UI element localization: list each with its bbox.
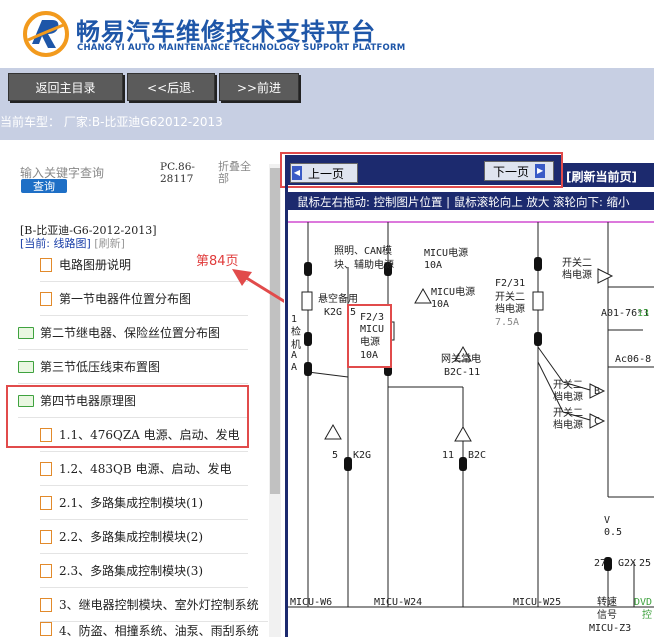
diag-text: 开关二 [553, 406, 583, 419]
home-button[interactable]: 返回主目录 [8, 73, 123, 101]
diag-text: F2/31 [495, 278, 525, 289]
diag-text: 悬空备用 [318, 292, 358, 305]
logo-icon [23, 11, 69, 57]
tree-item-label: 2.2、多路集成控制模块(2) [59, 530, 204, 544]
diag-text: B2C [468, 450, 486, 461]
document-icon [40, 597, 52, 612]
tree-item-3[interactable]: 3、继电器控制模块、室外灯控制系统 [40, 588, 268, 622]
diag-text: 网关常电 [441, 352, 481, 365]
diag-text: 开关二 [553, 378, 583, 391]
pc-code: PC.86-28117 [160, 161, 195, 185]
diag-text: 0.5 [604, 527, 622, 538]
diag-text: 档电源 [562, 268, 592, 281]
current-car-text: 当前车型： 厂家:B-比亚迪G62012-2013 [0, 115, 223, 129]
hint-text: 鼠标左右拖动: 控制图片位置 | 鼠标滚轮向上 放大 滚轮向下: 缩小 [297, 195, 630, 209]
tree-item-section2[interactable]: 第二节继电器、保险丝位置分布图 [18, 316, 248, 350]
tree-item-1-2[interactable]: 1.2、483QB 电源、启动、发电 [40, 452, 248, 486]
site-subtitle: CHANG YI AUTO MAINTENANCE TECHNOLOGY SUP… [77, 43, 406, 53]
document-icon [40, 291, 52, 306]
diag-text: 块、辅助电源 [334, 258, 394, 271]
document-icon [40, 461, 52, 476]
diag-text: MICU [360, 324, 384, 335]
diag-text: 27 [594, 558, 606, 569]
tree-item-section1[interactable]: 第一节电器件位置分布图 [40, 282, 248, 316]
diag-text: MICU电源 [424, 246, 468, 259]
diag-text: 10A [360, 350, 378, 361]
diag-text: MICU电源 [431, 285, 475, 298]
diag-text: 档电源 [495, 302, 525, 315]
diag-text: 信号 [597, 609, 617, 621]
diag-text: 控 [642, 608, 652, 621]
document-icon [40, 622, 52, 636]
site-title: 畅易汽车维修技术支持平台 [76, 18, 376, 46]
wiring-diagram[interactable]: 照明、CAN模 块、辅助电源 MICU电源 10A MICU电源 10A F2/… [288, 212, 654, 637]
diag-text: K2G [353, 450, 371, 461]
tree-item-label: 2.1、多路集成控制模块(1) [59, 496, 204, 510]
tree-item-label: 4、防盗、相撞系统、油泵、雨刮系统 [59, 624, 259, 637]
diag-text: 7.5A [495, 317, 519, 328]
diag-text: MICU-W6 [290, 597, 332, 608]
diag-text: 10A [431, 299, 449, 310]
diag-text: 11 [442, 450, 454, 461]
forward-button[interactable]: >>前进 [219, 73, 299, 101]
tree-item-2-3[interactable]: 2.3、多路集成控制模块(3) [40, 554, 248, 588]
diag-text: K2G [324, 307, 342, 318]
highlight-box-nav [280, 152, 563, 188]
diag-text: 13 [637, 308, 649, 319]
diag-text: B2C-11 [444, 367, 480, 378]
document-icon [40, 257, 52, 272]
document-icon [40, 495, 52, 510]
back-button[interactable]: <<后退. [127, 73, 215, 101]
diag-text: MICU-W24 [374, 597, 422, 608]
refresh-page-button[interactable]: [刷新当前页] [566, 168, 637, 185]
diag-text: 5 [332, 450, 338, 461]
tree-item-2-1[interactable]: 2.1、多路集成控制模块(1) [40, 486, 248, 520]
diag-text: B [594, 386, 600, 397]
diag-text: G2X [618, 558, 636, 569]
tree-item-label: 第二节继电器、保险丝位置分布图 [40, 326, 221, 340]
tree-item-section3[interactable]: 第三节低压线束布置图 [18, 350, 248, 384]
diag-text: V [604, 515, 610, 526]
diag-text: F2/3 [360, 312, 384, 323]
folder-icon [18, 326, 34, 339]
diag-text: C [594, 416, 600, 427]
tree-item-label: 2.3、多路集成控制模块(3) [59, 564, 204, 578]
diag-text: 档电源 [553, 418, 583, 431]
diag-text: 电源 [360, 335, 380, 348]
diag-text: MICU-W25 [513, 597, 561, 608]
tree-item-label: 1.2、483QB 电源、启动、发电 [59, 462, 232, 476]
tree-item-4[interactable]: 4、防盗、相撞系统、油泵、雨刮系统 [40, 622, 268, 637]
folder-icon [18, 360, 34, 373]
tree-item-2-2[interactable]: 2.2、多路集成控制模块(2) [40, 520, 248, 554]
tree-item-label: 第一节电器件位置分布图 [59, 292, 192, 306]
diag-text: A [291, 362, 297, 373]
diag-text: 1 [291, 314, 297, 325]
tree-item-label: 第三节低压线束布置图 [40, 360, 161, 374]
diag-text: 开关二 [562, 256, 592, 269]
diag-text: 5 [350, 307, 356, 318]
diag-text: 检 [291, 325, 301, 338]
diag-text: 照明、CAN模 [334, 245, 392, 257]
tree-item-label: 电路图册说明 [59, 258, 132, 272]
diag-text: A [291, 350, 297, 361]
tree-item-label: 3、继电器控制模块、室外灯控制系统 [59, 598, 259, 612]
document-icon [40, 529, 52, 544]
diag-text: DVD [634, 597, 652, 608]
diag-text: MICU-Z3 [589, 623, 631, 634]
diag-text: Ac06-8 [615, 354, 651, 365]
diag-text: 开关二 [495, 290, 525, 303]
highlight-box-tree [6, 385, 249, 448]
collapse-all-link[interactable]: 折叠全部 [218, 161, 258, 185]
diag-text: 档电源 [553, 390, 583, 403]
diag-text: 转速 [597, 595, 617, 608]
document-icon [40, 563, 52, 578]
search-button[interactable]: 查询 [21, 179, 67, 193]
diag-text: 25 [639, 558, 651, 569]
diag-text: 10A [424, 260, 442, 271]
